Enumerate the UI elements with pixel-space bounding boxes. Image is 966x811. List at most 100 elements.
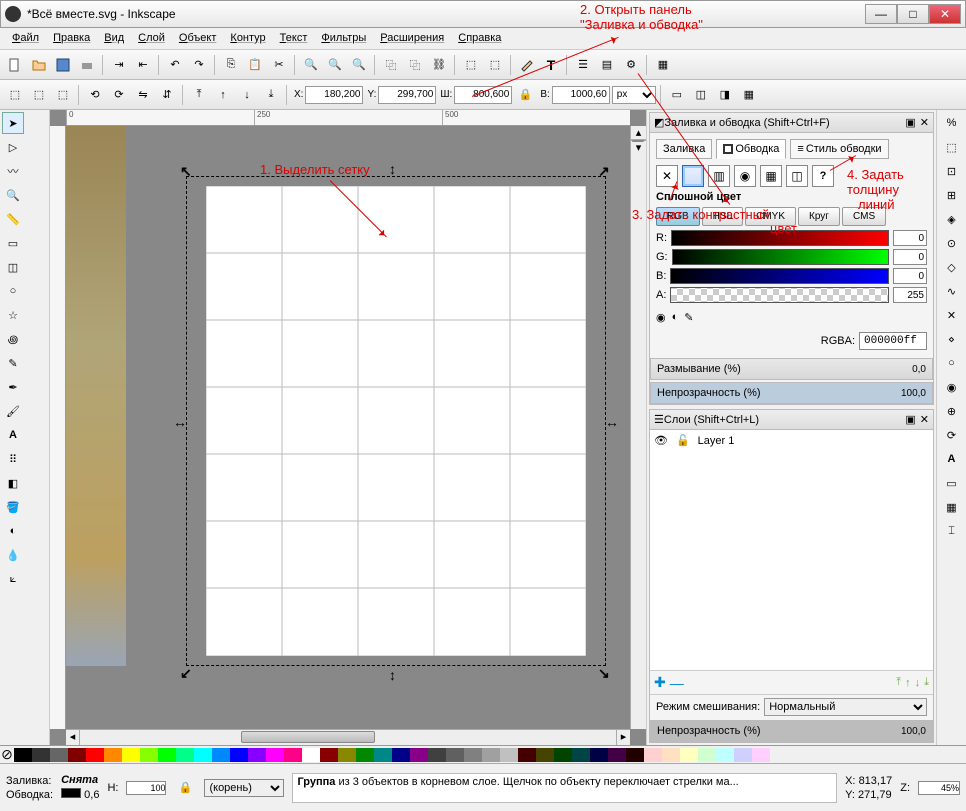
spray-tool[interactable]: ⠿ xyxy=(2,448,24,470)
copy-button[interactable]: ⎘ xyxy=(220,54,242,76)
tab-stroke[interactable]: Обводка xyxy=(716,139,786,159)
palette-swatch[interactable] xyxy=(68,748,86,762)
scrollbar-vertical[interactable]: ▴ ▾ xyxy=(630,126,646,729)
ruler-horizontal[interactable]: 0 250 500 xyxy=(66,110,630,126)
flip-h-button[interactable]: ⇋ xyxy=(132,84,154,106)
w-input[interactable] xyxy=(454,86,512,104)
handle-nw[interactable]: ↖ xyxy=(180,163,194,177)
node-tool[interactable]: ▷ xyxy=(2,136,24,158)
color-palette[interactable]: ⊘ xyxy=(0,745,966,763)
layer-up-button[interactable]: ↑ xyxy=(905,677,911,689)
lock-icon[interactable]: 🔓 xyxy=(676,434,690,447)
palette-swatch[interactable] xyxy=(626,748,644,762)
rotate-cw-button[interactable]: ⟳ xyxy=(108,84,130,106)
palette-swatch[interactable] xyxy=(356,748,374,762)
palette-swatch[interactable] xyxy=(554,748,572,762)
group-button[interactable]: ⬚ xyxy=(460,54,482,76)
handle-s[interactable]: ↕ xyxy=(389,667,403,681)
flip-v-button[interactable]: ⇵ xyxy=(156,84,178,106)
h-input[interactable] xyxy=(552,86,610,104)
snap-line-midpoint[interactable]: ◉ xyxy=(941,376,963,398)
select-all-button[interactable]: ⬚ xyxy=(4,84,26,106)
print-button[interactable] xyxy=(76,54,98,76)
palette-swatch[interactable] xyxy=(410,748,428,762)
remove-layer-button[interactable]: — xyxy=(670,675,684,691)
palette-swatch[interactable] xyxy=(446,748,464,762)
palette-swatch[interactable] xyxy=(14,748,32,762)
raise-top-button[interactable]: ⤒ xyxy=(188,84,210,106)
align-button[interactable]: ▤ xyxy=(596,54,618,76)
zoom-page-button[interactable]: 🔍 xyxy=(348,54,370,76)
blend-select[interactable]: Нормальный xyxy=(764,698,927,716)
palette-swatch[interactable] xyxy=(122,748,140,762)
palette-swatch[interactable] xyxy=(176,748,194,762)
undo-button[interactable]: ↶ xyxy=(164,54,186,76)
a-slider[interactable] xyxy=(670,287,889,303)
clone-button[interactable]: ⿻ xyxy=(404,54,426,76)
layer-opacity-row[interactable]: Непрозрачность (%)100,0 xyxy=(650,720,933,742)
lock-layer-button[interactable]: 🔒 xyxy=(174,777,196,799)
duplicate-button[interactable]: ⿻ xyxy=(380,54,402,76)
xml-button[interactable]: ☰ xyxy=(572,54,594,76)
mode-wheel[interactable]: Круг xyxy=(798,207,840,226)
menu-path[interactable]: Контур xyxy=(224,30,271,47)
prefs-button[interactable]: ⚙ xyxy=(620,54,642,76)
palette-swatch[interactable] xyxy=(428,748,446,762)
pencil-tool[interactable]: ✎ xyxy=(2,352,24,374)
cut-button[interactable]: ✂ xyxy=(268,54,290,76)
snap-midpoint[interactable]: ◈ xyxy=(941,208,963,230)
zoom-tool[interactable]: 🔍 xyxy=(2,184,24,206)
palette-swatch[interactable] xyxy=(374,748,392,762)
b-slider[interactable] xyxy=(670,268,889,284)
visibility-icon[interactable]: 👁 xyxy=(654,434,668,447)
palette-swatch[interactable] xyxy=(86,748,104,762)
palette-swatch[interactable] xyxy=(50,748,68,762)
paint-radial[interactable]: ◉ xyxy=(734,165,756,187)
palette-swatch[interactable] xyxy=(698,748,716,762)
snap-bbox[interactable]: ⬚ xyxy=(941,136,963,158)
eraser-tool[interactable]: ◧ xyxy=(2,472,24,494)
dropper-icon[interactable]: ✎ xyxy=(684,311,693,324)
mode-hsl[interactable]: HSL xyxy=(702,207,743,226)
snap-corner[interactable]: ⊞ xyxy=(941,184,963,206)
handle-n[interactable]: ↕ xyxy=(389,161,403,175)
scrollbar-horizontal[interactable]: ◂ ▸ xyxy=(66,729,630,745)
layers-undock-button[interactable]: ▣ xyxy=(905,413,915,426)
snap-text[interactable]: A xyxy=(941,448,963,470)
palette-swatch[interactable] xyxy=(644,748,662,762)
menu-view[interactable]: Вид xyxy=(98,30,130,47)
palette-swatch[interactable] xyxy=(662,748,680,762)
snap-enable[interactable]: % xyxy=(941,112,963,134)
snap-node[interactable]: ◇ xyxy=(941,256,963,278)
close-button[interactable]: ✕ xyxy=(929,4,961,24)
docprops-button[interactable]: ▦ xyxy=(652,54,674,76)
tweak-tool[interactable]: 〰 xyxy=(2,160,24,182)
3dbox-tool[interactable]: ◫ xyxy=(2,256,24,278)
raise-button[interactable]: ↑ xyxy=(212,84,234,106)
text-tool[interactable]: A xyxy=(2,424,24,446)
r-slider[interactable] xyxy=(671,230,889,246)
zoom-input[interactable] xyxy=(918,781,960,795)
snap-path[interactable]: ∿ xyxy=(941,280,963,302)
selector-tool[interactable]: ➤ xyxy=(2,112,24,134)
menu-object[interactable]: Объект xyxy=(173,30,222,47)
snap-smooth[interactable]: ○ xyxy=(941,352,963,374)
spiral-tool[interactable]: ꩜ xyxy=(2,328,24,350)
g-slider[interactable] xyxy=(672,249,889,265)
mode-cmyk[interactable]: CMYK xyxy=(745,207,796,226)
menu-edit[interactable]: Правка xyxy=(47,30,96,47)
snap-object-center[interactable]: ⊕ xyxy=(941,400,963,422)
x-input[interactable] xyxy=(305,86,363,104)
lock-ratio-button[interactable]: 🔒 xyxy=(514,84,536,106)
palette-none[interactable]: ⊘ xyxy=(0,746,14,763)
panel-undock-button[interactable]: ▣ xyxy=(905,116,915,129)
zoom-drawing-button[interactable]: 🔍 xyxy=(324,54,346,76)
palette-swatch[interactable] xyxy=(248,748,266,762)
paint-flat[interactable] xyxy=(682,165,704,187)
select-layers-button[interactable]: ⬚ xyxy=(28,84,50,106)
fill-tool[interactable]: 🪣 xyxy=(2,496,24,518)
palette-swatch[interactable] xyxy=(608,748,626,762)
layer-name[interactable]: Layer 1 xyxy=(698,435,735,447)
layer-bottom-button[interactable]: ⤓ xyxy=(924,676,929,689)
status-fill-value[interactable]: Снята xyxy=(61,774,98,786)
